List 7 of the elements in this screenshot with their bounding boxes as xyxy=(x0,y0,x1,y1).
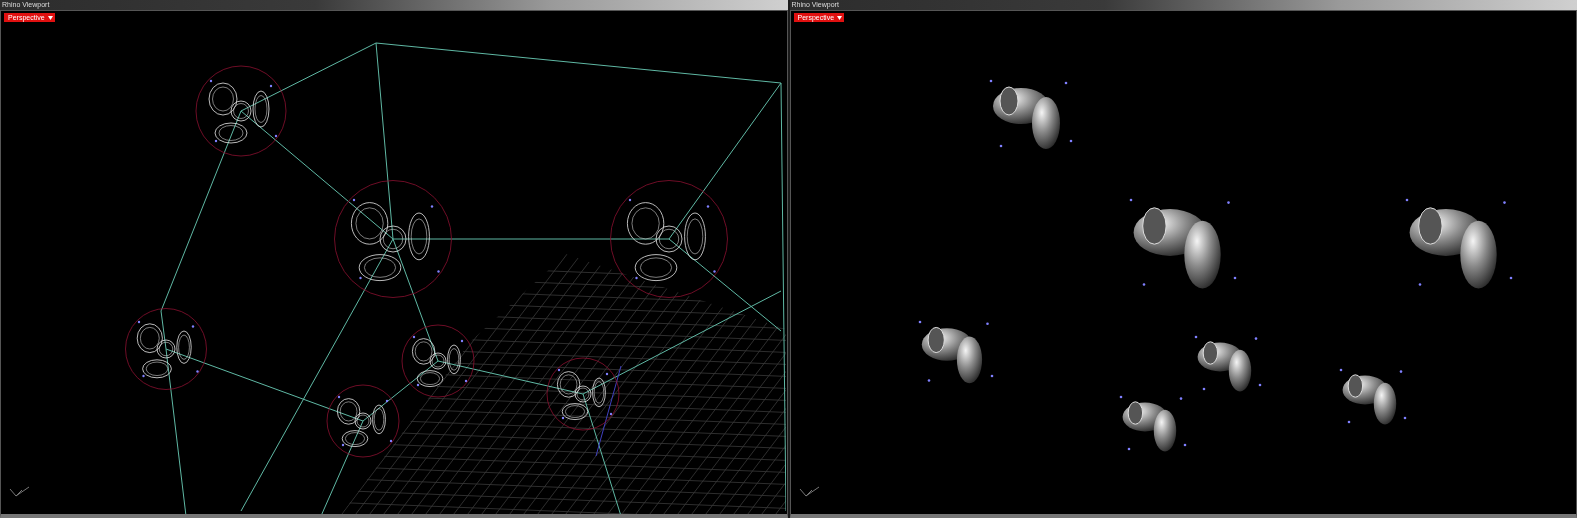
rendered-joint xyxy=(1194,335,1261,392)
rendered-joint xyxy=(1119,395,1186,452)
axis-icon xyxy=(9,484,31,498)
dropdown-caret-icon xyxy=(47,15,53,20)
rendered-joint xyxy=(1339,368,1406,425)
dropdown-caret-icon xyxy=(837,15,843,20)
axis-icon xyxy=(798,484,821,498)
